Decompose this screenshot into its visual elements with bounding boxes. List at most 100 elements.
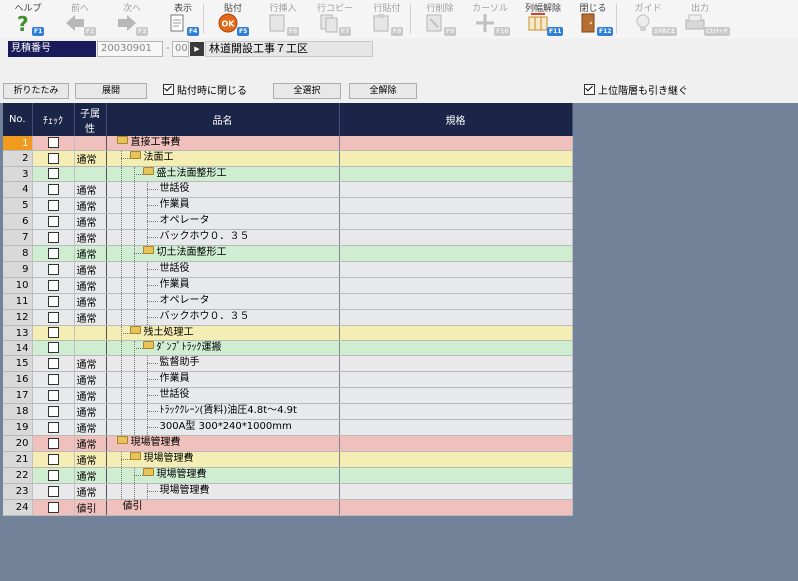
row-checkbox[interactable] (47, 263, 59, 275)
row-item-name[interactable]: 法面工 (106, 150, 340, 167)
select-all-button[interactable]: 全選択 (273, 83, 341, 99)
view-button[interactable]: 表示 F4 (158, 0, 208, 38)
output-button[interactable]: 出力 Ctrl+P (675, 0, 730, 38)
row-item-name[interactable]: 残土処理工 (106, 325, 340, 341)
close-button[interactable]: 閉じる F12 (568, 0, 618, 38)
table-row[interactable]: 21 通常 現場管理費 (3, 451, 573, 468)
help-button[interactable]: ヘルプ? F1 (3, 0, 53, 38)
table-row[interactable]: 11 通常 オペレータ (3, 293, 573, 310)
row-checkbox[interactable] (47, 421, 59, 433)
column-header-spec[interactable]: 規格 (339, 103, 573, 136)
table-row[interactable]: 18 通常 ﾄﾗｯｸｸﾚｰﾝ(賃料)油圧4.8t～4.9t (3, 403, 573, 420)
row-item-name[interactable]: バックホウ０．３５ (106, 229, 340, 246)
row-checkbox[interactable] (47, 485, 59, 497)
row-item-name[interactable]: 世話役 (106, 181, 340, 198)
table-row[interactable]: 1 直接工事費 (3, 136, 573, 151)
table-row[interactable]: 5 通常 作業員 (3, 197, 573, 214)
row-delete-button[interactable]: 行削除 F9 (415, 0, 465, 38)
estimate-code-field[interactable]: 20030901 (97, 41, 163, 57)
folder-icon[interactable] (129, 151, 141, 159)
prev-button[interactable]: 前へ F2 (55, 0, 105, 38)
folder-icon[interactable] (116, 136, 128, 144)
row-checkbox[interactable] (47, 373, 59, 385)
row-checkbox[interactable] (47, 247, 59, 259)
row-checkbox[interactable] (47, 137, 59, 149)
table-row[interactable]: 23 通常 現場管理費 (3, 483, 573, 500)
row-checkbox[interactable] (47, 357, 59, 369)
folder-icon[interactable] (116, 436, 128, 444)
row-checkbox[interactable] (47, 453, 59, 465)
row-item-name[interactable]: ﾀﾞﾝﾌﾟﾄﾗｯｸ運搬 (106, 340, 340, 356)
row-item-name[interactable]: オペレータ (106, 213, 340, 230)
folder-icon[interactable] (142, 468, 154, 476)
row-item-name[interactable]: 世話役 (106, 387, 340, 404)
checkbox-checked-icon[interactable] (584, 84, 595, 95)
row-checkbox[interactable] (47, 469, 59, 481)
row-checkbox[interactable] (47, 342, 59, 354)
row-item-name[interactable]: 作業員 (106, 277, 340, 294)
row-item-name[interactable]: ﾄﾗｯｸｸﾚｰﾝ(賃料)油圧4.8t～4.9t (106, 403, 340, 420)
column-header-no[interactable]: No. (3, 103, 33, 136)
row-checkbox[interactable] (47, 183, 59, 195)
table-row[interactable]: 2 通常 法面工 (3, 150, 573, 167)
table-row[interactable]: 16 通常 作業員 (3, 371, 573, 388)
column-header-attr[interactable]: 子属性 (74, 103, 107, 136)
table-row[interactable]: 10 通常 作業員 (3, 277, 573, 294)
table-row[interactable]: 7 通常 バックホウ０．３５ (3, 229, 573, 246)
row-item-name[interactable]: 現場管理費 (106, 435, 340, 452)
row-checkbox[interactable] (47, 437, 59, 449)
row-item-name[interactable]: 現場管理費 (106, 483, 340, 500)
row-item-name[interactable]: 直接工事費 (106, 136, 340, 151)
folder-icon[interactable] (142, 167, 154, 175)
row-item-name[interactable]: 現場管理費 (106, 451, 340, 468)
row-item-name[interactable]: 監督助手 (106, 355, 340, 372)
table-row[interactable]: 8 通常 切土法面整形工 (3, 245, 573, 262)
table-row[interactable]: 22 通常 現場管理費 (3, 467, 573, 484)
table-row[interactable]: 17 通常 世話役 (3, 387, 573, 404)
row-item-name[interactable]: 世話役 (106, 261, 340, 278)
deselect-all-button[interactable]: 全解除 (349, 83, 417, 99)
row-item-name[interactable]: 値引 (106, 499, 340, 516)
close-on-paste-checkbox[interactable]: 貼付時に閉じる (163, 84, 247, 98)
row-checkbox[interactable] (47, 327, 59, 339)
row-item-name[interactable]: 盛土法面整形工 (106, 166, 340, 182)
column-header-name[interactable]: 品名 (106, 103, 340, 136)
paste-button[interactable]: 貼付 OK F5 (208, 0, 258, 38)
row-checkbox[interactable] (47, 311, 59, 323)
table-row[interactable]: 19 通常 300A型 300*240*1000mm (3, 419, 573, 436)
row-checkbox[interactable] (47, 405, 59, 417)
table-row[interactable]: 15 通常 監督助手 (3, 355, 573, 372)
table-row[interactable]: 20 通常 現場管理費 (3, 435, 573, 452)
table-row[interactable]: 3 盛土法面整形工 (3, 166, 573, 182)
table-row[interactable]: 4 通常 世話役 (3, 181, 573, 198)
expand-button[interactable]: 展開 (75, 83, 147, 99)
row-insert-button[interactable]: 行挿入 F6 (258, 0, 308, 38)
guide-button[interactable]: ガイド SPACE (623, 0, 678, 38)
row-checkbox[interactable] (47, 231, 59, 243)
collapse-button[interactable]: 折りたたみ (3, 83, 69, 99)
row-checkbox[interactable] (47, 168, 59, 180)
row-copy-button[interactable]: 行コピー F7 (310, 0, 360, 38)
inherit-upper-checkbox[interactable]: 上位階層も引き継ぐ (584, 84, 688, 98)
table-row[interactable]: 6 通常 オペレータ (3, 213, 573, 230)
row-item-name[interactable]: 作業員 (106, 371, 340, 388)
row-checkbox[interactable] (47, 152, 59, 164)
next-button[interactable]: 次へ F3 (107, 0, 157, 38)
folder-icon[interactable] (129, 452, 141, 460)
checkbox-checked-icon[interactable] (163, 84, 174, 95)
row-item-name[interactable]: オペレータ (106, 293, 340, 310)
table-row[interactable]: 14 ﾀﾞﾝﾌﾟﾄﾗｯｸ運搬 (3, 340, 573, 356)
folder-icon[interactable] (142, 341, 154, 349)
cursor-button[interactable]: カーソル F10 (465, 0, 515, 38)
row-checkbox[interactable] (47, 295, 59, 307)
row-paste-button[interactable]: 行貼付 F8 (362, 0, 412, 38)
row-checkbox[interactable] (47, 389, 59, 401)
row-item-name[interactable]: 現場管理費 (106, 467, 340, 484)
row-checkbox[interactable] (47, 501, 59, 513)
table-row[interactable]: 13 残土処理工 (3, 325, 573, 341)
row-checkbox[interactable] (47, 279, 59, 291)
folder-icon[interactable] (142, 246, 154, 254)
row-item-name[interactable]: 300A型 300*240*1000mm (106, 419, 340, 436)
column-header-check[interactable]: ﾁｪｯｸ (32, 103, 75, 136)
col-width-button[interactable]: 列幅解除 F11 (518, 0, 568, 38)
